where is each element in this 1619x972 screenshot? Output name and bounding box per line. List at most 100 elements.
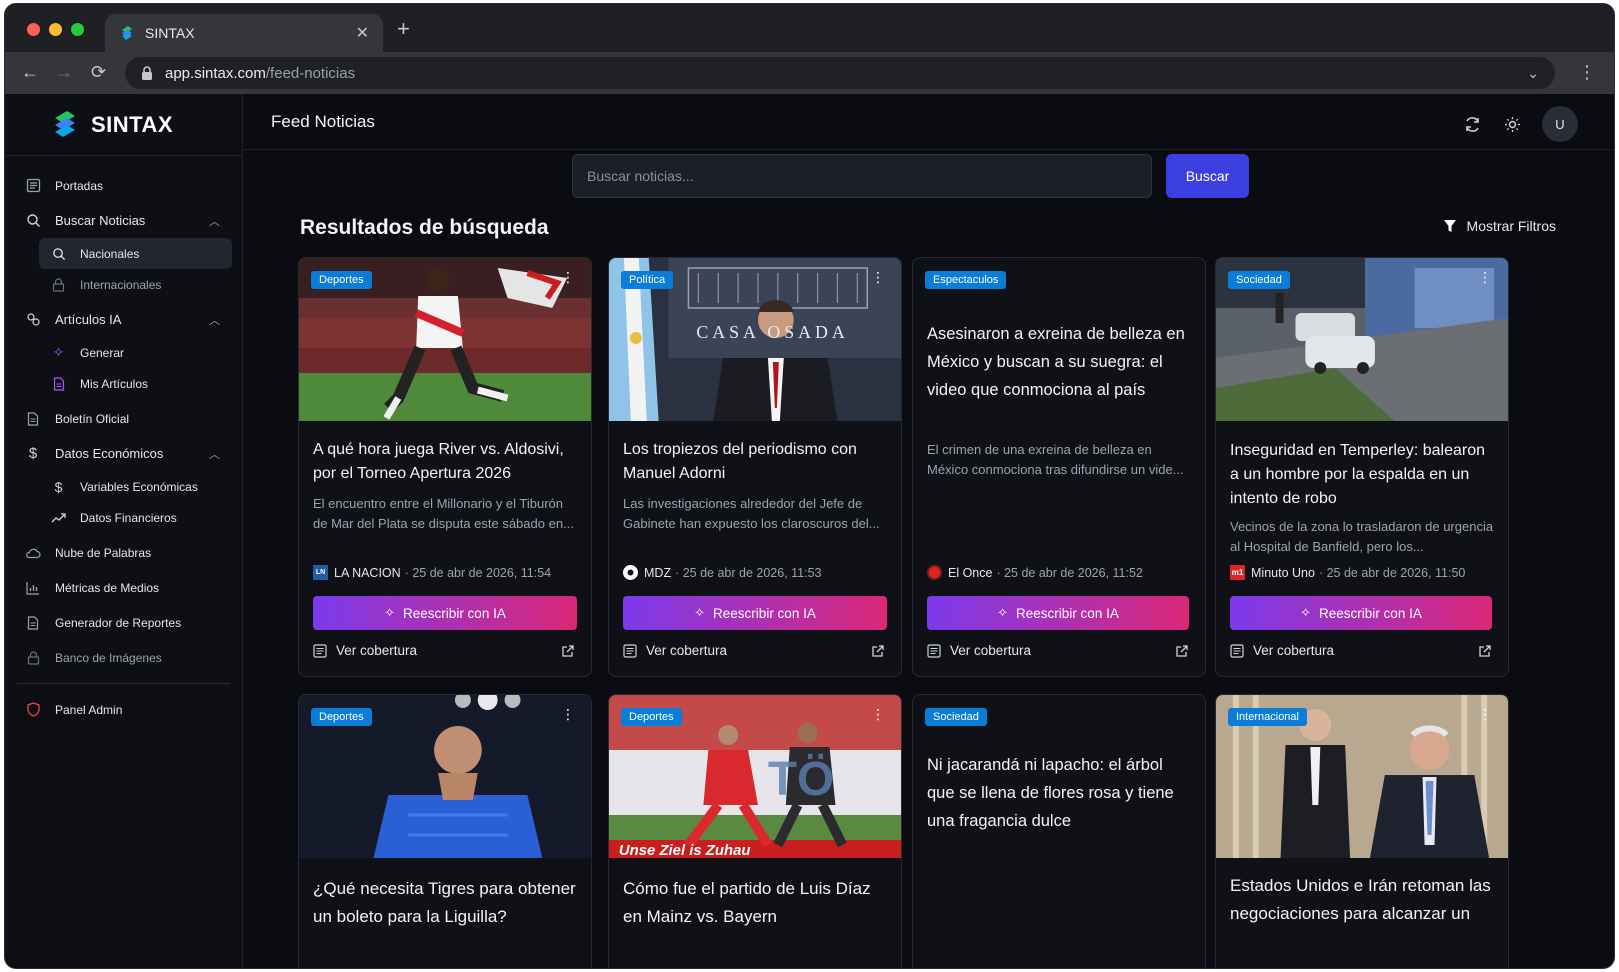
chevron-up-icon[interactable]: ︿ — [209, 213, 220, 229]
sidebar-item-banco[interactable]: Banco de Imágenes — [5, 640, 242, 675]
coverage-link[interactable]: Ver cobertura — [623, 643, 727, 658]
back-icon[interactable]: ← — [21, 62, 39, 83]
card-image[interactable]: TÖ Unse Ziel is Zuhau Deportes ⋮ — [609, 695, 901, 858]
sidebar-item-reportes[interactable]: Generador de Reportes — [5, 605, 242, 640]
close-tab-icon[interactable]: ✕ — [356, 23, 369, 43]
news-card[interactable]: TÖ Unse Ziel is Zuhau Deportes ⋮ Cómo fu… — [608, 694, 902, 968]
news-card[interactable]: Deportes ⋮ ¿Qué necesita Tigres para obt… — [298, 694, 592, 968]
card-meta: MDZ · 25 de abr de 2026, 11:53 — [623, 565, 822, 580]
sidebar-item-admin[interactable]: Panel Admin — [5, 692, 242, 727]
search-button[interactable]: Buscar — [1166, 154, 1249, 198]
external-link-icon[interactable] — [561, 644, 575, 658]
sidebar-item-internacionales[interactable]: Internacionales — [39, 269, 232, 300]
browser-menu-icon[interactable]: ⋮ — [1578, 62, 1596, 83]
rewrite-ai-button[interactable]: ✧ Reescribir con IA — [623, 596, 887, 630]
sidebar-item-label: Mis Artículos — [80, 376, 149, 391]
rewrite-ai-button[interactable]: ✧ Reescribir con IA — [313, 596, 577, 630]
newspaper-icon — [1230, 643, 1244, 658]
sidebar-item-variables[interactable]: $ Variables Económicas — [39, 471, 232, 502]
card-title[interactable]: Inseguridad en Temperley: balearon a un … — [1230, 439, 1494, 511]
search-icon — [25, 213, 41, 229]
more-options-icon[interactable]: ⋮ — [1478, 270, 1492, 284]
news-card[interactable]: Internacional ⋮ Estados Unidos e Irán re… — [1215, 694, 1509, 968]
more-options-icon[interactable]: ⋮ — [1478, 707, 1492, 721]
show-filters-button[interactable]: Mostrar Filtros — [1443, 218, 1556, 234]
forward-icon[interactable]: → — [55, 62, 73, 83]
news-card[interactable]: Espectaculos Asesinaron a exreina de bel… — [912, 257, 1206, 677]
new-tab-icon[interactable]: + — [397, 16, 410, 42]
card-title[interactable]: Cómo fue el partido de Luis Díaz en Main… — [623, 875, 887, 931]
external-link-icon[interactable] — [871, 644, 885, 658]
card-image[interactable]: Internacional ⋮ — [1216, 695, 1508, 858]
sidebar-item-articulos-ia[interactable]: Artículos IA ︿ — [5, 302, 242, 337]
card-description: El crimen de una exreina de belleza en M… — [927, 442, 1184, 477]
avatar[interactable]: U — [1542, 106, 1578, 142]
news-card[interactable]: Sociedad Ni jacarandá ni lapacho: el árb… — [912, 694, 1206, 968]
coverage-link[interactable]: Ver cobertura — [927, 643, 1031, 658]
close-window-button[interactable] — [27, 23, 40, 36]
sun-icon[interactable] — [1502, 114, 1522, 134]
card-image[interactable]: Sociedad ⋮ — [1216, 258, 1508, 421]
sidebar-item-mis-articulos[interactable]: Mis Artículos — [39, 368, 232, 399]
source-name: El Once — [948, 565, 993, 580]
brand[interactable]: SINTAX — [5, 94, 242, 156]
sidebar-item-boletin[interactable]: Boletín Oficial — [5, 401, 242, 436]
category-badge: Espectaculos — [925, 271, 1007, 289]
card-title[interactable]: Estados Unidos e Irán retoman las negoci… — [1230, 872, 1494, 928]
card-title[interactable]: Asesinaron a exreina de belleza en Méxic… — [927, 320, 1191, 404]
tab-title: SINTAX — [145, 25, 195, 41]
rewrite-ai-button[interactable]: ✧ Reescribir con IA — [1230, 596, 1492, 630]
coverage-label: Ver cobertura — [336, 643, 418, 658]
chevron-up-icon[interactable]: ︿ — [209, 446, 220, 462]
sidebar-item-label: Portadas — [55, 178, 104, 193]
page-title: Feed Noticias — [271, 111, 375, 131]
refresh-icon[interactable] — [1462, 114, 1482, 134]
more-options-icon[interactable]: ⋮ — [561, 707, 575, 721]
news-card[interactable]: CASA OSADA Política ⋮ Los tropiezos del … — [608, 257, 902, 677]
card-header: Sociedad — [913, 695, 1205, 751]
brain-icon — [25, 312, 41, 328]
lock-icon — [142, 66, 152, 80]
chevron-down-icon[interactable]: ⌄ — [1527, 65, 1539, 82]
card-title[interactable]: Los tropiezos del periodismo con Manuel … — [623, 438, 887, 486]
card-title[interactable]: ¿Qué necesita Tigres para obtener un bol… — [313, 875, 577, 931]
sidebar-item-datos-economicos[interactable]: $ Datos Económicos ︿ — [5, 436, 242, 471]
sidebar-item-nube[interactable]: Nube de Palabras — [5, 535, 242, 570]
card-meta: LN LA NACION · 25 de abr de 2026, 11:54 — [313, 565, 551, 580]
sidebar-item-financieros[interactable]: Datos Financieros — [39, 502, 232, 533]
card-meta: m1 Minuto Uno · 25 de abr de 2026, 11:50 — [1230, 565, 1465, 580]
external-link-icon[interactable] — [1175, 644, 1189, 658]
sidebar-item-buscar[interactable]: Buscar Noticias ︿ — [5, 203, 242, 238]
card-image[interactable]: Deportes ⋮ — [299, 695, 591, 858]
search-input[interactable] — [572, 154, 1152, 198]
rewrite-ai-button[interactable]: ✧ Reescribir con IA — [927, 596, 1189, 630]
minimize-window-button[interactable] — [49, 23, 62, 36]
card-description: Las investigaciones alrededor del Jefe d… — [623, 496, 880, 531]
card-title[interactable]: A qué hora juega River vs. Aldosivi, por… — [313, 438, 577, 486]
card-image[interactable]: CASA OSADA Política ⋮ — [609, 258, 901, 421]
sidebar-item-generar[interactable]: ✧ Generar — [39, 337, 232, 368]
more-options-icon[interactable]: ⋮ — [871, 270, 885, 284]
address-bar[interactable]: app.sintax.com/feed-noticias ⌄ — [125, 57, 1555, 89]
source-name: Minuto Uno — [1251, 565, 1315, 580]
sidebar-item-label: Artículos IA — [55, 312, 122, 327]
sidebar-item-metricas[interactable]: Métricas de Medios — [5, 570, 242, 605]
lock-icon — [51, 277, 66, 292]
reload-icon[interactable]: ⟳ — [91, 62, 106, 83]
maximize-window-button[interactable] — [71, 23, 84, 36]
coverage-link[interactable]: Ver cobertura — [313, 643, 417, 658]
sidebar-item-portadas[interactable]: Portadas — [5, 168, 242, 203]
publish-date: · 25 de abr de 2026, 11:52 — [996, 565, 1143, 580]
card-title[interactable]: Ni jacarandá ni lapacho: el árbol que se… — [927, 751, 1191, 835]
news-card[interactable]: Deportes ⋮ A qué hora juega River vs. Al… — [298, 257, 592, 677]
external-link-icon[interactable] — [1478, 644, 1492, 658]
chevron-up-icon[interactable]: ︿ — [209, 312, 220, 328]
sidebar-item-nacionales[interactable]: Nacionales — [39, 238, 232, 269]
more-options-icon[interactable]: ⋮ — [561, 270, 575, 284]
coverage-link[interactable]: Ver cobertura — [1230, 643, 1334, 658]
news-card[interactable]: Sociedad ⋮ Inseguridad en Temperley: bal… — [1215, 257, 1509, 677]
card-image[interactable]: Deportes ⋮ — [299, 258, 591, 421]
sidebar-item-label: Banco de Imágenes — [55, 650, 162, 665]
browser-tab[interactable]: SINTAX ✕ — [105, 14, 383, 52]
more-options-icon[interactable]: ⋮ — [871, 707, 885, 721]
